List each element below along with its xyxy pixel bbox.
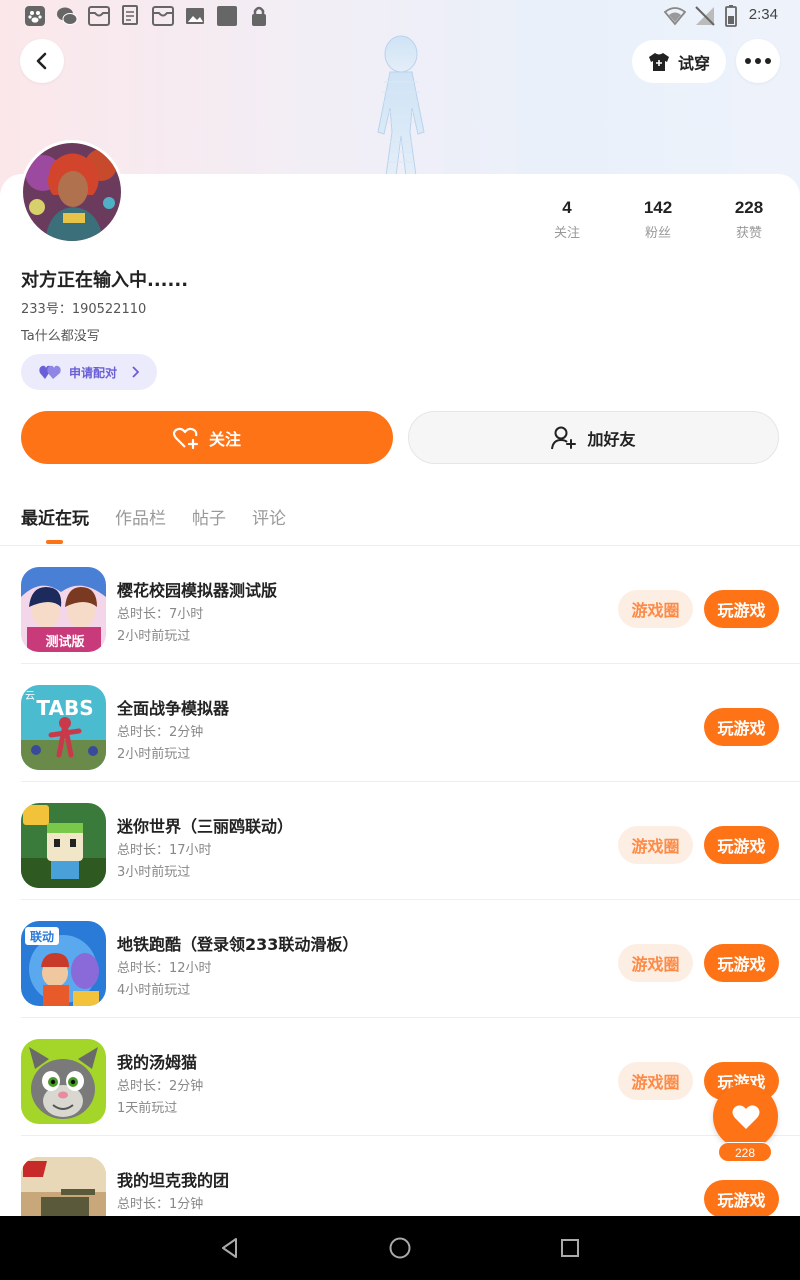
document-icon [122,5,138,25]
game-last-played: 2小时前玩过 [117,747,191,762]
avatar-image [23,143,121,241]
nav-home-icon[interactable] [388,1236,412,1260]
game-circle-button[interactable]: 游戏圈 [618,590,693,628]
like-fab-button[interactable] [713,1084,778,1149]
cloud-tag: 云 [25,691,35,702]
game-row[interactable]: 云 TABS 全面战争模拟器 总时长：2分钟 2小时前玩过 玩游戏 [0,664,800,782]
active-tab-indicator [46,540,63,544]
stat-label: 获赞 [735,226,762,241]
game-icon: 测试版 [21,567,106,652]
game-title: 我的汤姆猫 [117,1053,198,1072]
add-user-icon [551,426,577,449]
tray-icon [152,6,174,26]
game-duration: 总时长：2分钟 [117,725,204,740]
more-dots-icon [745,58,771,64]
like-count-badge: 228 [718,1142,772,1162]
lock-icon [252,6,266,26]
stat-fans[interactable]: 142 粉丝 [623,198,693,241]
3d-avatar-figure [377,35,425,176]
chevron-right-icon [132,366,140,378]
image-icon [186,8,204,24]
game-last-played: 1天前玩过 [117,1101,178,1116]
stat-label: 关注 [553,226,580,241]
heart-plus-icon [172,427,199,449]
game-duration: 总时长：2分钟 [117,1079,204,1094]
tab-recently-played[interactable]: 最近在玩 [21,504,89,529]
chevron-left-icon [36,52,47,70]
stat-following[interactable]: 4 关注 [532,198,602,241]
app-square-icon [217,6,237,26]
wifi-icon [664,7,686,26]
battery-icon [725,5,737,27]
clock: 2:34 [748,6,778,23]
system-nav-bar [0,1216,800,1280]
heart-icon [732,1104,759,1129]
tshirt-icon [648,52,669,71]
play-game-button[interactable]: 玩游戏 [704,1180,779,1218]
game-last-played: 3小时前玩过 [117,865,191,880]
play-game-button[interactable]: 玩游戏 [704,826,779,864]
game-duration: 总时长：7小时 [117,607,204,622]
game-last-played: 4小时前玩过 [117,983,191,998]
game-icon [21,1039,106,1124]
follow-button[interactable]: 关注 [21,411,393,464]
tab-comments[interactable]: 评论 [252,504,286,529]
game-circle-button[interactable]: 游戏圈 [618,944,693,982]
game-title: 樱花校园模拟器测试版 [117,581,278,600]
game-last-played: 2小时前玩过 [117,629,191,644]
try-on-button[interactable]: 试穿 [632,40,726,83]
game-duration: 总时长：17小时 [117,843,212,858]
game-circle-button[interactable]: 游戏圈 [618,826,693,864]
game-row[interactable]: 迷你世界（三丽鸥联动） 总时长：17小时 3小时前玩过 游戏圈 玩游戏 [0,782,800,900]
stat-value: 4 [562,198,572,217]
game-icon [21,803,106,888]
tab-posts[interactable]: 帖子 [192,504,226,529]
play-game-button[interactable]: 玩游戏 [704,590,779,628]
game-title: 地铁跑酷（登录领233联动滑板） [117,935,359,954]
game-duration: 总时长：1分钟 [117,1197,204,1212]
play-game-button[interactable]: 玩游戏 [704,944,779,982]
stat-value: 142 [643,198,673,217]
request-match-button[interactable]: 申请配对 [21,354,157,390]
game-circle-button[interactable]: 游戏圈 [618,1062,693,1100]
add-friend-label: 加好友 [587,429,636,449]
tab-works[interactable]: 作品栏 [115,504,166,529]
game-icon-badge: 测试版 [45,634,84,650]
game-row[interactable]: 联动 地铁跑酷（登录领233联动滑板） 总时长：12小时 4小时前玩过 游戏圈 … [0,900,800,1018]
tray-icon [88,6,110,26]
game-title: 我的坦克我的团 [117,1171,230,1190]
back-button[interactable] [20,39,64,83]
status-bar: 2:34 [0,0,800,32]
game-title: 迷你世界（三丽鸥联动） [117,817,294,836]
try-on-label: 试穿 [677,53,710,73]
wechat-icon [57,7,78,25]
baidu-paw-icon [25,6,45,26]
game-icon: 联动 [21,921,106,1006]
recent-games-list: 测试版 樱花校园模拟器测试版 总时长：7小时 2小时前玩过 游戏圈 玩游戏 云 … [0,546,800,1254]
user-name: 对方正在输入中...... [21,270,189,291]
stat-value: 228 [734,198,764,217]
request-match-label: 申请配对 [69,365,118,380]
game-duration: 总时长：12小时 [117,961,212,976]
no-signal-icon [695,6,715,26]
stat-label: 粉丝 [644,226,671,241]
stat-likes[interactable]: 228 获赞 [714,198,784,241]
avatar[interactable] [20,140,124,244]
game-logo-text: TABS [36,696,93,720]
more-options-button[interactable] [736,39,780,83]
nav-recents-icon[interactable] [558,1236,582,1260]
user-id: 233号：190522110 [21,302,147,317]
follow-label: 关注 [208,429,241,449]
play-game-button[interactable]: 玩游戏 [704,708,779,746]
game-row[interactable]: 我的汤姆猫 总时长：2分钟 1天前玩过 游戏圈 玩游戏 [0,1018,800,1136]
nav-back-icon[interactable] [218,1236,242,1260]
user-bio: Ta什么都没写 [21,329,100,344]
profile-tabs: 最近在玩 作品栏 帖子 评论 [21,504,286,529]
double-heart-icon [39,365,61,379]
game-row[interactable]: 测试版 樱花校园模拟器测试版 总时长：7小时 2小时前玩过 游戏圈 玩游戏 [0,546,800,664]
add-friend-button[interactable]: 加好友 [408,411,779,464]
game-title: 全面战争模拟器 [117,699,230,718]
game-icon-badge: 联动 [30,930,54,944]
game-icon: 云 TABS [21,685,106,770]
